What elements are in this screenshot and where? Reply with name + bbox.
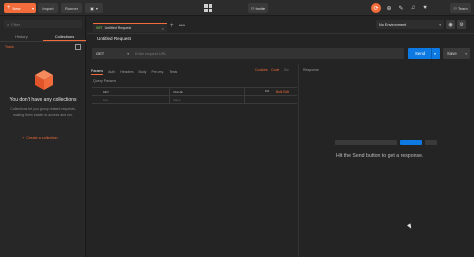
code-link[interactable]: Code [271, 68, 279, 72]
save-button-label: Save [447, 51, 457, 56]
column-divider [169, 88, 170, 104]
response-hint: Hit the Send button to get a response. [336, 153, 424, 159]
placeholder-bar [335, 140, 397, 145]
sync-icon[interactable]: ⟳ [371, 3, 381, 13]
environment-selected: No Environment [379, 22, 407, 27]
request-title[interactable]: Untitled Request [97, 36, 131, 41]
user-plus-icon: ⚇ [250, 5, 255, 11]
column-value-header: VALUE [173, 90, 183, 94]
gear-icon[interactable]: ⚙ [457, 20, 466, 29]
send-button-label: Send [415, 51, 426, 56]
mouse-cursor-icon [407, 223, 413, 230]
comments-link[interactable]: Co [284, 68, 288, 72]
wrench-icon[interactable]: ✎ [396, 3, 406, 13]
sidebar-tabs: History Collections [0, 32, 86, 42]
query-params-table: KEY VALUE ••• Bulk Edit Key Value [92, 87, 297, 104]
eye-icon[interactable]: ◉ [446, 20, 455, 29]
environment-select[interactable]: No Environment ▾ [376, 20, 444, 29]
cookies-link[interactable]: Cookies [255, 68, 268, 72]
query-params-title: Query Params [93, 79, 117, 83]
tab-history[interactable]: History [0, 32, 43, 41]
import-button-label: Import [42, 5, 54, 11]
team-icon: ⚇ [453, 5, 457, 11]
tab-pre-request[interactable]: Pre-req. [151, 70, 164, 74]
response-label: Response [303, 68, 319, 72]
chevron-down-icon: ▾ [439, 22, 441, 27]
tab-auth[interactable]: Auth [108, 70, 115, 74]
chevron-down-icon: ▾ [95, 5, 98, 11]
request-tab-method: GET [96, 26, 103, 30]
filter-field[interactable]: ⌕ Filter [4, 20, 82, 28]
team-button-label: Team [457, 5, 468, 11]
send-button[interactable]: Send ▾ [408, 48, 440, 59]
runner-button[interactable]: Runner [61, 3, 82, 13]
new-button[interactable]: + New ▾ [4, 3, 36, 13]
tab-collections[interactable]: Collections [43, 32, 86, 41]
invite-button[interactable]: ⚇ Invite [248, 3, 268, 13]
method-select[interactable]: GET ▾ [92, 48, 132, 59]
column-divider [244, 88, 245, 104]
tab-headers[interactable]: Headers [120, 70, 133, 74]
search-icon: ⌕ [7, 21, 10, 27]
chevron-down-icon: ▾ [465, 51, 467, 56]
divider [87, 33, 474, 34]
close-icon[interactable]: × [162, 26, 164, 31]
bell-icon[interactable]: ♫ [408, 3, 418, 13]
new-collection-icon[interactable] [75, 44, 81, 50]
placeholder-bar-accent [400, 140, 422, 145]
method-value: GET [96, 51, 105, 56]
more-tabs-icon[interactable]: ••• [179, 23, 185, 29]
new-window-button[interactable]: ▣ ▾ [85, 3, 103, 13]
collection-cube-icon [35, 70, 53, 90]
tab-body[interactable]: Body [139, 70, 147, 74]
create-collection-label: Create a collection [26, 136, 58, 140]
tab-params[interactable]: Params [91, 69, 104, 75]
request-workspace: GET Untitled Request × + ••• No Environm… [87, 16, 474, 257]
heart-icon[interactable]: ♥ [420, 3, 430, 13]
team-button[interactable]: ⚇ Team [450, 3, 471, 13]
top-toolbar: + New ▾ Import Runner ▣ ▾ ⚇ Invite ⟳ ⊕ ✎… [0, 0, 474, 16]
add-tab-icon[interactable]: + [170, 23, 174, 29]
placeholder-bar [425, 140, 437, 145]
runner-button-label: Runner [64, 5, 79, 11]
trash-link[interactable]: Trash [5, 45, 14, 49]
key-input[interactable]: Key [103, 98, 108, 102]
value-input[interactable]: Value [173, 98, 180, 102]
plus-icon: + [7, 5, 11, 11]
request-tab[interactable]: GET Untitled Request × [93, 23, 167, 32]
sidebar: ⌕ Filter History Collections Trash You d… [0, 16, 86, 257]
plus-icon: + [22, 136, 25, 140]
chevron-down-icon[interactable]: ▾ [431, 48, 438, 59]
chevron-down-icon: ▾ [127, 51, 129, 56]
request-tab-title: Untitled Request [104, 26, 132, 30]
table-header: KEY VALUE ••• Bulk Edit [92, 88, 297, 96]
table-row: Key Value [92, 96, 297, 104]
chevron-down-icon: ▾ [31, 5, 34, 11]
bulk-edit-link[interactable]: Bulk Edit [276, 90, 289, 94]
invite-button-label: Invite [255, 5, 266, 11]
empty-collections-title: You don't have any collections [9, 97, 77, 103]
create-collection-link[interactable]: + Create a collection [22, 136, 58, 140]
column-key-header: KEY [103, 90, 110, 94]
new-window-icon: ▣ [90, 5, 94, 11]
save-button[interactable]: Save ▾ [443, 48, 470, 59]
panel-divider[interactable] [298, 64, 299, 257]
more-options-icon[interactable]: ••• [265, 88, 269, 93]
tab-tests[interactable]: Tests [169, 70, 177, 74]
empty-collections-description: Collections let you group related reques… [10, 107, 76, 117]
satellite-icon[interactable]: ⊕ [384, 3, 394, 13]
import-button[interactable]: Import [38, 3, 58, 13]
url-input[interactable] [132, 48, 404, 59]
workspace-grid-icon[interactable] [204, 4, 212, 12]
new-button-label: New [12, 5, 21, 11]
filter-placeholder: Filter [11, 21, 21, 27]
